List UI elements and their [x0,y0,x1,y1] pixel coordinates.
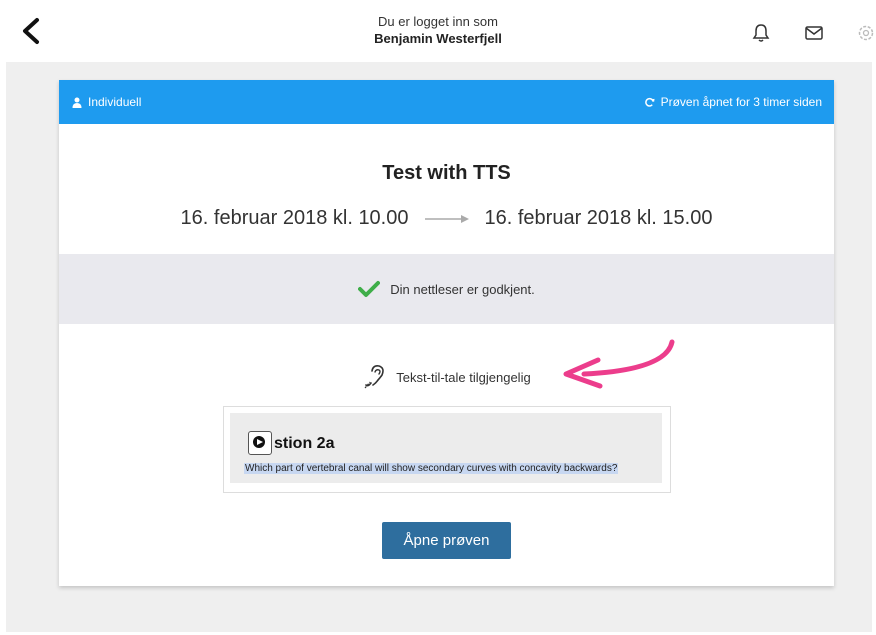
logged-in-label: Du er logget inn som [378,14,498,29]
bell-icon[interactable] [750,22,772,44]
card-header: Individuell Prøven åpnet for 3 timer sid… [59,80,834,124]
user-name: Benjamin Westerfjell [374,31,502,46]
tts-availability: Tekst-til-tale tilgjengelig [59,363,834,391]
test-card: Individuell Prøven åpnet for 3 timer sid… [59,80,834,586]
start-date: 16. februar 2018 kl. 10.00 [180,207,409,229]
annotation-arrow [563,339,675,389]
arrow-right-icon [424,214,469,223]
refresh-icon [644,97,655,107]
gear-icon[interactable] [855,22,876,44]
end-date: 16. februar 2018 kl. 15.00 [484,207,713,229]
question-title: stion 2a [274,435,335,452]
mode-label: Individuell [88,95,142,109]
tts-play-button[interactable] [248,431,272,455]
top-bar: Du er logget inn som Benjamin Westerfjel… [0,0,876,70]
date-range: 16. februar 2018 kl. 10.00 16. februar 2… [59,207,834,230]
tts-label: Tekst-til-tale tilgjengelig [396,369,531,385]
test-title: Test with TTS [382,162,511,184]
login-info: Du er logget inn som Benjamin Westerfjel… [0,13,876,47]
question-text: Which part of vertebral canal will show … [244,463,619,474]
hearing-icon [364,365,385,389]
browser-status: Din nettleser er godkjent. [390,281,535,297]
play-icon [253,436,265,448]
browser-check: Din nettleser er godkjent. [59,254,834,324]
open-test-button[interactable]: Åpne prøven [382,522,511,559]
user-icon [72,97,82,108]
mode-indicator: Individuell [72,95,141,109]
opened-indicator: Prøven åpnet for 3 timer siden [644,95,822,109]
question-preview-inner: stion 2a Which part of vertebral canal w… [230,413,662,483]
checkmark-icon [358,281,381,297]
opened-label: Prøven åpnet for 3 timer siden [660,95,822,109]
question-preview: stion 2a Which part of vertebral canal w… [223,406,671,493]
mail-icon[interactable] [803,22,825,44]
